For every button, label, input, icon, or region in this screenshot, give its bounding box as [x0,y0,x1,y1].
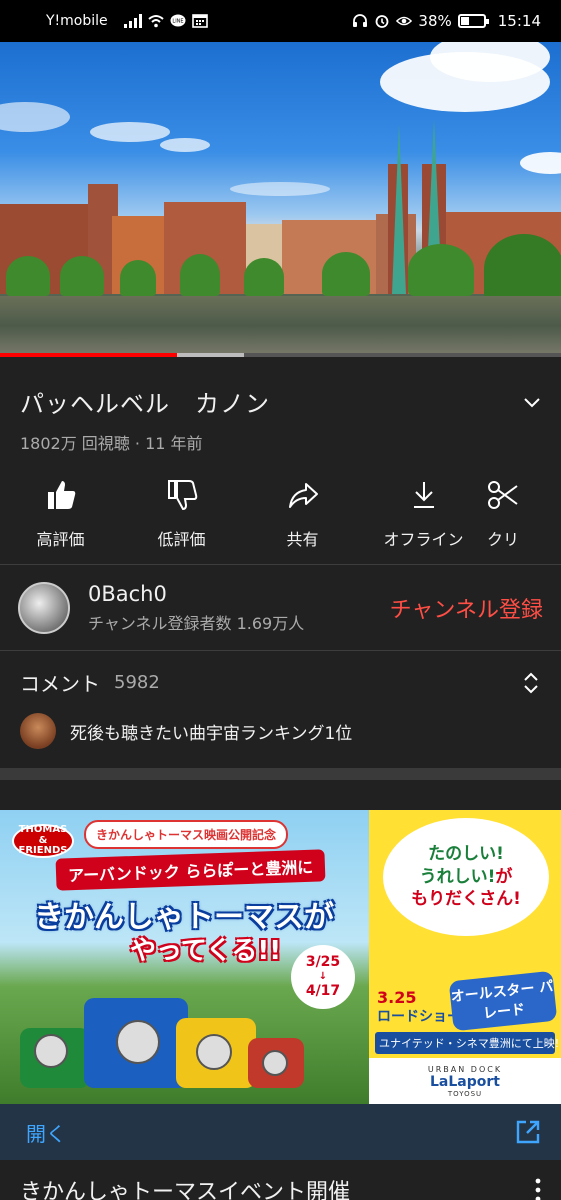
ad-speech-bubble: たのしい! うれしい!が もりだくさん! [383,818,549,936]
release-label: ロードショー [377,1009,461,1025]
bubble-line-1: たのしい! [428,843,504,864]
eye-comfort-icon [396,16,413,26]
mall-logo: URBAN DOCK LaLaport TOYOSU [369,1058,561,1104]
date-start: 3/25 [305,954,341,971]
top-comment[interactable]: 死後も聴きたい曲宇宙ランキング1位 [20,713,352,749]
comment-text: 死後も聴きたい曲宇宙ランキング1位 [70,723,353,744]
like-label: 高評価 [36,530,85,549]
download-label: オフライン [383,530,464,549]
clock: 15:14 [497,12,541,30]
date-end: 4/17 [305,983,341,999]
mall-sub: TOYOSU [447,1089,483,1098]
video-player[interactable] [0,42,561,356]
parade-title: オールスター パレード [448,970,558,1032]
clip-button[interactable]: クリ [484,474,524,564]
line-icon: LINE [170,14,186,27]
video-meta: 1802万 回視聴 · 11 年前 [20,434,203,453]
chevron-down-icon[interactable] [523,393,541,411]
bubble-line-2b: が [495,866,513,887]
alarm-icon [376,15,389,28]
divider [0,564,561,565]
svg-text:LINE: LINE [172,19,183,25]
channel-avatar[interactable] [18,582,70,634]
scissors-icon [488,481,518,509]
ad-banner[interactable]: THOMAS & FRIENDS きかんしゃトーマス映画公開記念 アーバンドック… [0,810,561,1104]
ad-subheadline: アーバンドック ららぽーと豊洲に [55,849,326,891]
like-button[interactable]: 高評価 [0,474,121,564]
bubble-line-3: もりだくさん! [411,889,521,910]
mall-name: LaLaport [430,1073,500,1090]
expand-icon[interactable] [521,671,541,695]
battery-icon [457,14,489,28]
ad-image-right[interactable]: たのしい! うれしい!が もりだくさん! 3.25 ロードショー オールスター … [369,810,561,1104]
download-button[interactable]: オフライン [363,474,484,564]
channel-name[interactable]: 0Bach0 [88,582,304,606]
mall-top: URBAN DOCK [427,1064,503,1074]
release-date: 3.25 [377,988,417,1007]
carrier-label: Y!mobile [46,13,108,29]
bubble-line-2: うれしい! [419,866,496,887]
divider [0,650,561,651]
section-separator [0,768,561,780]
subscribe-button[interactable]: チャンネル登録 [390,592,543,624]
channel-row[interactable]: 0Bach0 チャンネル登録者数 1.69万人 チャンネル登録 [0,566,561,650]
share-button[interactable]: 共有 [242,474,363,564]
status-bar: Y!mobile LINE 38% 15:14 [0,0,561,42]
comments-count: 5982 [114,672,160,693]
progress-bar[interactable] [0,353,561,357]
video-title: パッヘルベル カノン [20,390,270,418]
wifi-icon [148,15,164,28]
ad-title-row[interactable]: きかんしゃトーマスイベント開催 [0,1160,561,1200]
dislike-button[interactable]: 低評価 [121,474,242,564]
share-icon [288,483,318,508]
thumbs-up-icon [47,481,75,509]
comments-label: コメント [20,672,100,696]
download-icon [413,482,434,508]
thumbs-down-icon [167,480,197,511]
clip-label: クリ [487,530,520,549]
ad-headline-2: やってくる!! [130,936,282,966]
ad-open-bar[interactable]: 開く [0,1104,561,1160]
video-title-row[interactable]: パッヘルベル カノン [20,384,541,419]
calendar-icon [191,14,208,28]
thomas-logo: THOMAS & FRIENDS [12,824,74,858]
commenter-avatar [20,713,56,749]
comments-header[interactable]: コメント 5982 [20,668,541,697]
ad-image-left[interactable]: THOMAS & FRIENDS きかんしゃトーマス映画公開記念 アーバンドック… [0,810,369,1104]
more-options-icon[interactable] [535,1178,541,1200]
open-button[interactable]: 開く [26,1118,66,1147]
ad-title: きかんしゃトーマスイベント開催 [20,1180,351,1200]
action-bar: 高評価 低評価 共有 オフライン クリ [0,474,561,564]
ad-date-badge: 3/25 ↓ 4/17 [291,945,355,1009]
dislike-label: 低評価 [157,530,206,549]
share-label: 共有 [286,530,319,549]
cinema-strip: ユナイテッド・シネマ豊洲にて上映! [375,1032,559,1054]
headphones-icon [353,14,368,27]
subscriber-count: チャンネル登録者数 1.69万人 [88,614,305,633]
external-link-icon[interactable] [515,1119,541,1145]
signal-icon [123,14,142,28]
battery-percent: 38% [418,12,452,30]
ad-badge: きかんしゃトーマス映画公開記念 [84,820,289,849]
